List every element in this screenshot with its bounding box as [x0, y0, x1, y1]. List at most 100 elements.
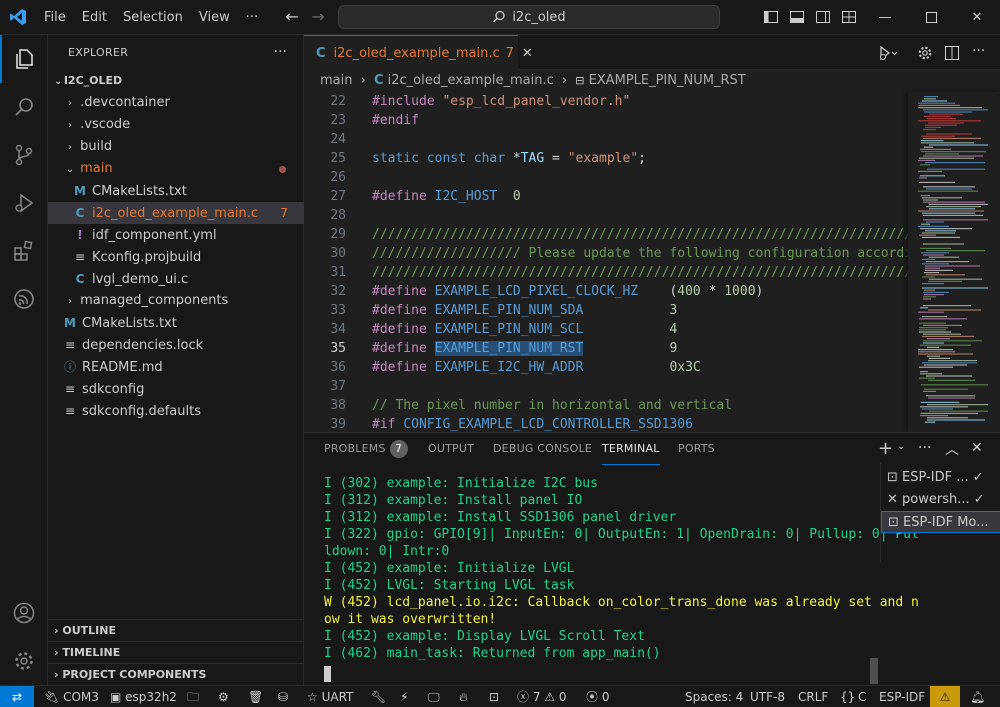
code-line[interactable]: 36 #define EXAMPLE_I2C_HW_ADDR 0x3C	[304, 358, 908, 377]
build-icon[interactable]: 🔧︎	[371, 686, 386, 707]
tree-item-lvgl-demo-ui[interactable]: Clvgl_demo_ui.c	[48, 268, 304, 290]
code-line[interactable]: 30 /////////////////// Please update the …	[304, 244, 908, 263]
menu-more[interactable]: ···	[238, 0, 266, 35]
run-debug-icon[interactable]	[0, 179, 48, 227]
tab-i2c-oled-example-main[interactable]: C i2c_oled_example_main.c 7 ✕	[304, 35, 533, 70]
serial-port-item[interactable]: 🔌︎ COM3	[44, 686, 99, 707]
maximize-button[interactable]	[908, 0, 954, 35]
tree-item-dependencies-lock[interactable]: ≡ dependencies.lock	[48, 334, 304, 356]
terminal-item-powershell[interactable]: ✕ powersh... ✓	[881, 489, 1000, 511]
explorer-icon[interactable]	[0, 35, 48, 83]
monitor-icon[interactable]: 🖵	[428, 686, 440, 707]
flash-method-item[interactable]: ☆ UART	[307, 686, 353, 707]
tree-item-build[interactable]: › build	[48, 136, 304, 158]
settings-gear-icon[interactable]	[0, 637, 48, 685]
tree-item-sdkconfig[interactable]: ≡ sdkconfig	[48, 378, 304, 400]
minimize-button[interactable]: —	[862, 0, 908, 35]
timeline-section[interactable]: › TIMELINE	[48, 641, 304, 663]
code-line[interactable]: 26	[304, 168, 908, 187]
panel-more-icon[interactable]: ···	[918, 440, 931, 456]
code-editor[interactable]: 22 #include "esp_lcd_panel_vendor.h" 23 #en…	[304, 92, 908, 432]
folder-icon[interactable]: 🗀	[187, 686, 199, 707]
terminal-item-esp-idf-monitor[interactable]: ⊡ ESP-IDF Mo...	[881, 511, 1000, 533]
search-icon[interactable]	[0, 83, 48, 131]
breadcrumb-file[interactable]: i2c_oled_example_main.c	[388, 73, 554, 88]
tab-debug-console[interactable]: DEBUG CONSOLE	[493, 433, 592, 465]
terminal-item-esp-idf[interactable]: ⊡ ESP-IDF ... ✓	[881, 467, 1000, 489]
code-line[interactable]: 32 #define EXAMPLE_LCD_PIXEL_CLOCK_HZ (40…	[304, 282, 908, 301]
remote-icon[interactable]: ⇄	[0, 686, 34, 707]
maximize-panel-icon[interactable]: ︿	[945, 439, 959, 459]
build-flash-monitor-icon[interactable]: 🔥︎	[459, 686, 468, 707]
esp-idf-status-item[interactable]: ESP-IDF	[879, 686, 925, 707]
breadcrumb-folder[interactable]: main	[320, 73, 352, 88]
esp-idf-icon[interactable]	[0, 275, 48, 323]
tree-item-main-cmakelists[interactable]: M CMakeLists.txt	[48, 180, 304, 202]
database-icon[interactable]: ⛁	[278, 686, 288, 707]
source-control-icon[interactable]	[0, 131, 48, 179]
tab-problems[interactable]: PROBLEMS 7	[324, 433, 408, 465]
problems-status-item[interactable]: ⓧ 7 ⚠ 0	[517, 686, 567, 707]
tab-output[interactable]: OUTPUT	[428, 433, 474, 465]
menu-edit[interactable]: Edit	[74, 0, 115, 35]
tree-item-vscode[interactable]: › .vscode	[48, 114, 304, 136]
workspace-root[interactable]: ⌄ I2C_OLED	[48, 70, 304, 92]
code-line[interactable]: 24	[304, 130, 908, 149]
code-line[interactable]: 37	[304, 377, 908, 396]
chevron-down-icon[interactable]: ⌄	[897, 441, 905, 452]
target-item[interactable]: ▣ esp32h2	[110, 686, 177, 707]
tree-item-idf-component[interactable]: ! idf_component.yml	[48, 224, 304, 246]
braces-icon[interactable]: {}	[840, 686, 855, 707]
code-line[interactable]: 38 // The pixel number in horizontal and …	[304, 396, 908, 415]
project-components-section[interactable]: › PROJECT COMPONENTS	[48, 663, 304, 685]
tree-item-main[interactable]: ⌄ main	[48, 158, 304, 180]
toggle-sidebar-icon[interactable]	[763, 9, 779, 25]
close-window-button[interactable]: ✕	[954, 0, 1000, 35]
toggle-secondary-sidebar-icon[interactable]	[815, 9, 831, 25]
code-line[interactable]: 23 #endif	[304, 111, 908, 130]
warning-icon[interactable]: ⚠	[930, 686, 960, 707]
code-line[interactable]: 28	[304, 206, 908, 225]
code-line[interactable]: 31 //////////////////////////////////////…	[304, 263, 908, 282]
forward-arrow-icon[interactable]: →	[306, 7, 330, 26]
code-line[interactable]: 29 //////////////////////////////////////…	[304, 225, 908, 244]
code-line[interactable]: 25 static const char *TAG = "example";	[304, 149, 908, 168]
new-terminal-icon[interactable]: +	[878, 438, 893, 459]
code-line[interactable]: 33 #define EXAMPLE_PIN_NUM_SDA 3	[304, 301, 908, 320]
gear-icon[interactable]	[917, 45, 933, 61]
breadcrumb-symbol[interactable]: EXAMPLE_PIN_NUM_RST	[589, 73, 746, 88]
language-mode-item[interactable]: C	[858, 686, 866, 707]
indentation-item[interactable]: Spaces: 4	[685, 686, 743, 707]
eol-item[interactable]: CRLF	[798, 686, 828, 707]
outline-section[interactable]: › OUTLINE	[48, 619, 304, 641]
encoding-item[interactable]: UTF-8	[750, 686, 785, 707]
terminal-icon[interactable]: ⊡	[489, 686, 499, 707]
notifications-bell-icon[interactable]: 🔔︎	[970, 686, 985, 707]
account-icon[interactable]	[0, 589, 48, 637]
code-line[interactable]: 39 #if CONFIG_EXAMPLE_LCD_CONTROLLER_SSD1…	[304, 415, 908, 432]
flash-icon[interactable]: ⚡︎	[400, 686, 408, 707]
close-panel-icon[interactable]: ✕	[971, 440, 983, 456]
tree-item-managed-components[interactable]: › managed_components	[48, 290, 304, 312]
terminal-output[interactable]: I (302) example: Initialize I2C bus I (31…	[304, 475, 919, 685]
tree-item-kconfig[interactable]: ≡ Kconfig.projbuild	[48, 246, 304, 268]
tree-item-cmakelists[interactable]: M CMakeLists.txt	[48, 312, 304, 334]
menu-file[interactable]: File	[36, 0, 74, 35]
code-line[interactable]: 35 #define EXAMPLE_PIN_NUM_RST 9	[304, 339, 908, 358]
run-debug-action-icon[interactable]	[878, 45, 898, 61]
full-clean-icon[interactable]: 🗑	[248, 686, 263, 707]
terminal-scrollbar[interactable]	[870, 658, 878, 684]
ports-status-item[interactable]: ⦿ 0	[586, 686, 609, 707]
back-arrow-icon[interactable]: ←	[280, 7, 304, 26]
code-line[interactable]: 22 #include "esp_lcd_panel_vendor.h"	[304, 92, 908, 111]
tab-ports[interactable]: PORTS	[678, 433, 715, 465]
editor-more-icon[interactable]: ···	[972, 43, 985, 59]
tree-item-i2c-oled-example-main[interactable]: Ci2c_oled_example_main.c 7	[48, 202, 304, 224]
command-center-search[interactable]: i2c_oled	[338, 5, 720, 29]
extensions-icon[interactable]	[0, 227, 48, 275]
close-tab-icon[interactable]: ✕	[522, 46, 533, 61]
code-line[interactable]: 34 #define EXAMPLE_PIN_NUM_SCL 4	[304, 320, 908, 339]
split-editor-icon[interactable]	[944, 45, 960, 61]
tree-item-sdkconfig-defaults[interactable]: ≡ sdkconfig.defaults	[48, 400, 304, 422]
tab-terminal[interactable]: TERMINAL	[602, 433, 660, 465]
